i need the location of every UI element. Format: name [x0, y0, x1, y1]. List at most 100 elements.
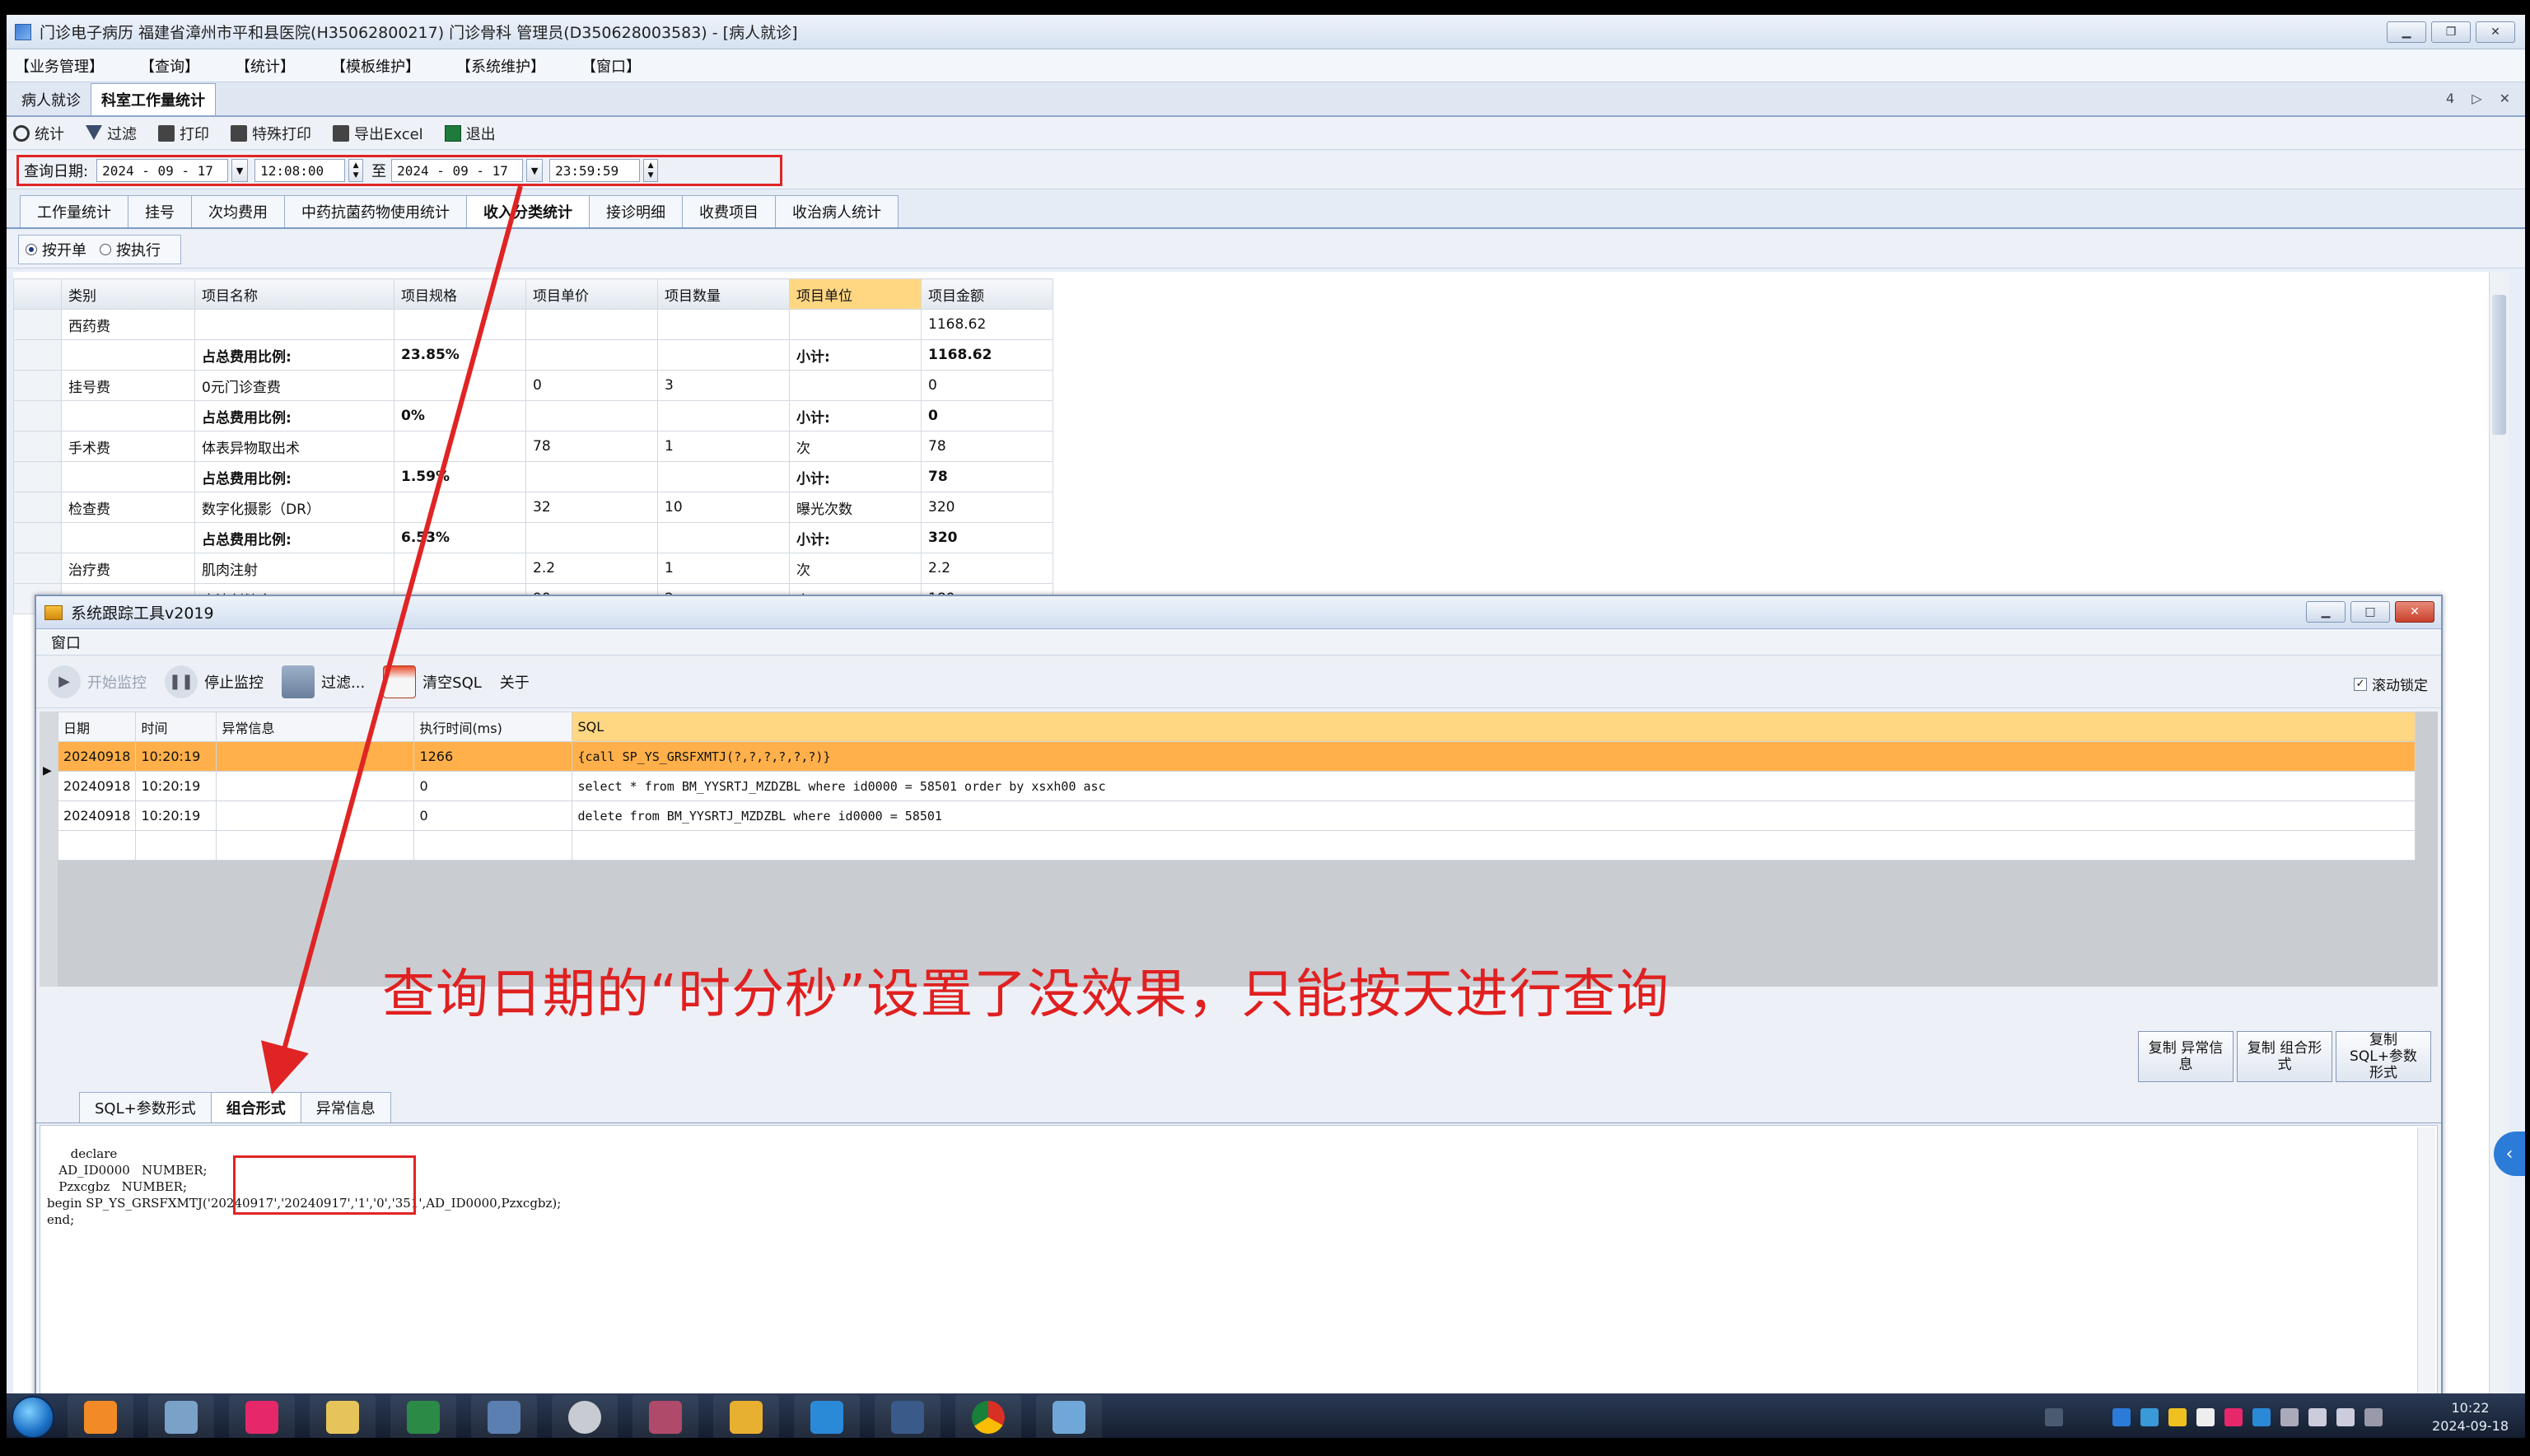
taskbar-trace-tool[interactable]	[1036, 1395, 1102, 1438]
exit-button[interactable]: 退出	[444, 123, 496, 144]
col-error-info[interactable]: 异常信息	[216, 712, 415, 742]
doc-tab-patient-visit[interactable]: 病人就诊	[12, 84, 91, 115]
col-category[interactable]: 类别	[61, 278, 195, 310]
minimize-button[interactable]: ▁	[2387, 21, 2426, 43]
network-icon[interactable]	[2112, 1408, 2131, 1426]
menu-system[interactable]: 【系统维护】	[456, 55, 545, 77]
tab-admitted-patients[interactable]: 收治病人统计	[775, 195, 899, 227]
stats-button[interactable]: 统计	[13, 123, 64, 144]
row-indicator[interactable]	[13, 400, 62, 432]
tab-registration[interactable]: 挂号	[128, 195, 192, 227]
clear-sql-button[interactable]: 清空SQL	[383, 665, 482, 698]
end-time-spinner[interactable]: ▲ ▼	[643, 159, 659, 182]
row-indicator[interactable]	[13, 309, 62, 340]
taskbar-sql-monitor[interactable]	[875, 1395, 941, 1438]
tray-v-icon[interactable]	[2196, 1408, 2215, 1426]
sql-text-scrollbar[interactable]	[2417, 1127, 2435, 1432]
start-time-spinner[interactable]: ▲ ▼	[348, 159, 364, 182]
taskbar-pink-app[interactable]	[229, 1395, 295, 1438]
radio-by-execution[interactable]: 按执行	[100, 239, 161, 260]
doc-tab-controls[interactable]: 4 ▷ ✕	[2446, 91, 2517, 106]
tray-pen-icon[interactable]	[2168, 1408, 2187, 1426]
table-row[interactable]: 占总费用比例: 23.85% 小计: 1168.62	[13, 339, 1053, 371]
row-indicator[interactable]	[13, 339, 62, 371]
scrollbar-thumb[interactable]	[2492, 295, 2506, 435]
trace-maximize-button[interactable]: □	[2350, 601, 2390, 623]
menu-business[interactable]: 【业务管理】	[15, 55, 104, 77]
row-indicator[interactable]	[13, 553, 62, 584]
taskbar-sql-app[interactable]	[713, 1395, 779, 1438]
tab-antibiotics[interactable]: 中药抗菌药物使用统计	[284, 195, 467, 227]
trace-minimize-button[interactable]: ▁	[2306, 601, 2346, 623]
close-button[interactable]: ✕	[2476, 21, 2515, 43]
taskbar-excel[interactable]	[390, 1395, 456, 1438]
sql-log-row[interactable]: 20240918 10:20:19 0 delete from BM_YYSRTJ_…	[57, 800, 2416, 831]
row-indicator[interactable]	[13, 431, 62, 462]
start-time-input[interactable]: 12:08:00	[254, 159, 346, 182]
copy-sql-params-button[interactable]: 复制 SQL+参数形式	[2336, 1031, 2431, 1082]
end-date-input[interactable]: 2024 - 09 - 17	[391, 159, 524, 182]
export-excel-button[interactable]: 导出Excel	[333, 123, 423, 144]
keyboard-icon[interactable]	[2045, 1408, 2064, 1426]
tab-charge-items[interactable]: 收费项目	[682, 195, 776, 227]
tray-printer-icon[interactable]	[2280, 1408, 2299, 1426]
tab-combined[interactable]: 组合形式	[210, 1092, 301, 1122]
col-exec-time[interactable]: 执行时间(ms)	[413, 712, 573, 742]
end-time-input[interactable]: 23:59:59	[549, 159, 641, 182]
tab-avg-cost[interactable]: 次均费用	[191, 195, 285, 227]
row-indicator[interactable]	[13, 461, 62, 492]
tray-app-icon[interactable]	[2140, 1408, 2159, 1426]
table-row[interactable]: 治疗费 肌肉注射 2.2 1 次 2.2	[13, 553, 1053, 584]
grid-vertical-scrollbar[interactable]	[2489, 272, 2509, 1393]
tab-income-category[interactable]: 收入分类统计	[466, 195, 590, 227]
about-button[interactable]: 关于	[500, 671, 530, 693]
table-row[interactable]: 手术费 体表异物取出术 78 1 次 78	[13, 431, 1053, 462]
start-date-dropdown[interactable]: ▼	[231, 159, 249, 182]
restore-button[interactable]: ❐	[2431, 21, 2471, 43]
col-amount[interactable]: 项目金额	[921, 278, 1053, 310]
end-date-dropdown[interactable]: ▼	[526, 159, 544, 182]
taskbar-blue-app[interactable]	[794, 1395, 860, 1438]
tray-blue-icon[interactable]	[2252, 1408, 2271, 1426]
table-row[interactable]: 检查费 数字化摄影（DR） 32 10 曝光次数 320	[13, 492, 1053, 523]
sql-log-row[interactable]: 20240918 10:20:19 0 select * from BM_YYSRT…	[57, 771, 2416, 801]
tab-sql-params[interactable]: SQL+参数形式	[79, 1092, 212, 1122]
filter-button[interactable]: 过滤	[86, 123, 137, 144]
taskbar-compass-app[interactable]	[552, 1395, 618, 1438]
tab-visit-detail[interactable]: 接诊明细	[589, 195, 683, 227]
taskbar-clock[interactable]: 10:22 2024-09-18	[2432, 1399, 2509, 1435]
taskbar-pen-app[interactable]	[148, 1395, 214, 1438]
col-item-name[interactable]: 项目名称	[194, 278, 394, 310]
trace-close-button[interactable]: ✕	[2395, 601, 2434, 623]
table-row[interactable]: 占总费用比例: 6.53% 小计: 320	[13, 522, 1053, 553]
taskbar-monitor-app[interactable]	[471, 1395, 537, 1438]
tab-error-info[interactable]: 异常信息	[300, 1092, 391, 1122]
radio-by-order[interactable]: 按开单	[26, 239, 86, 260]
print-button[interactable]: 打印	[158, 123, 209, 144]
row-indicator[interactable]	[13, 492, 62, 523]
table-row[interactable]: 占总费用比例: 1.59% 小计: 78	[13, 461, 1053, 492]
taskbar-chrome[interactable]	[955, 1395, 1021, 1438]
start-date-input[interactable]: 2024 - 09 - 17	[96, 159, 229, 182]
stop-monitor-button[interactable]: ❚❚ 停止监控	[165, 665, 264, 698]
col-sql[interactable]: SQL	[572, 712, 2416, 742]
sql-log-row[interactable]: 20240918 10:20:19 1266 {call SP_YS_GRSFXMTJ…	[57, 741, 2416, 772]
special-print-button[interactable]: 特殊打印	[231, 123, 311, 144]
menu-query[interactable]: 【查询】	[140, 55, 199, 77]
table-row[interactable]: 挂号费 0元门诊查费 0 3 0	[13, 370, 1053, 401]
scroll-lock-checkbox[interactable]: ✓ 滚动锁定	[2354, 674, 2428, 694]
sql-text-area[interactable]: declare AD_ID0000 NUMBER; Pzxcgbz NUMBER…	[40, 1125, 2438, 1435]
col-item-spec[interactable]: 项目规格	[394, 278, 526, 310]
doc-tab-dept-workload[interactable]: 科室工作量统计	[91, 83, 216, 115]
copy-error-button[interactable]: 复制 异常信息	[2138, 1031, 2234, 1082]
volume-icon[interactable]	[2308, 1408, 2327, 1426]
copy-combined-button[interactable]: 复制 组合形式	[2237, 1031, 2332, 1082]
col-quantity[interactable]: 项目数量	[657, 278, 790, 310]
taskbar-database-app[interactable]	[632, 1395, 698, 1438]
col-unit[interactable]: 项目单位	[789, 278, 922, 310]
table-row[interactable]: 占总费用比例: 0% 小计: 0	[13, 400, 1053, 432]
trace-filter-button[interactable]: 过滤...	[282, 665, 365, 698]
menu-window[interactable]: 【窗口】	[581, 55, 641, 77]
col-time[interactable]: 时间	[135, 712, 217, 742]
trace-menu-window[interactable]: 窗口	[51, 632, 81, 653]
